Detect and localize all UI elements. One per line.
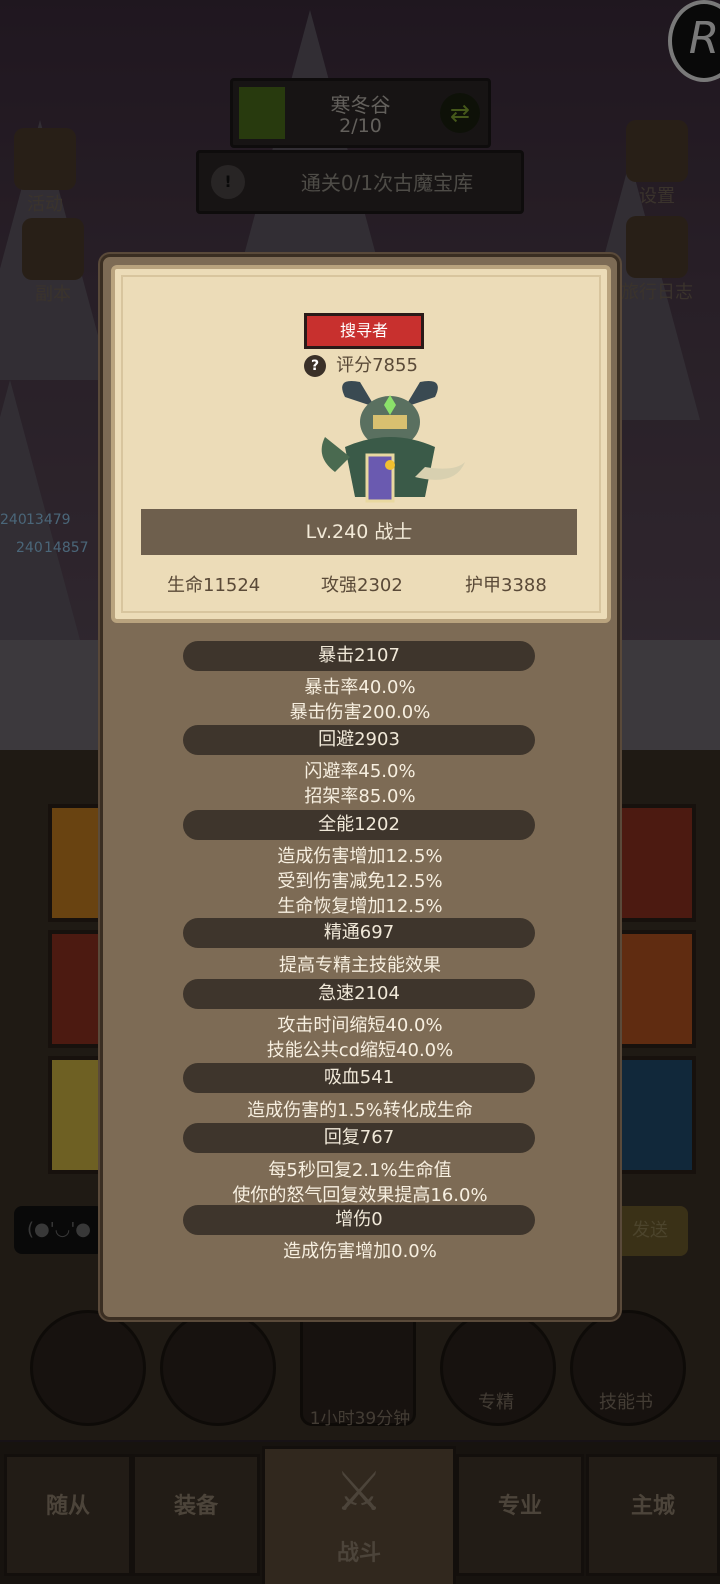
stat-attack: 攻强2302 [321,575,403,596]
section-line: 闪避率45.0% [304,761,416,782]
character-card: 搜寻者 ? 评分7855 Lv.240 战士 生命11524 攻强2302 护甲3… [111,265,611,623]
section-header: 急速2104 [183,979,535,1009]
warrior-portrait [321,381,465,503]
section-line: 技能公共cd缩短40.0% [266,1040,454,1061]
section-line: 造成伤害增加0.0% [283,1241,437,1262]
section-line: 提高专精主技能效果 [279,955,441,976]
section-header: 暴击2107 [183,641,535,671]
section-line: 招架率85.0% [304,786,416,807]
score-row: ? 评分7855 [115,351,607,377]
section-header: 回复767 [183,1123,535,1153]
help-icon[interactable]: ? [304,355,327,377]
character-stats-modal: 搜寻者 ? 评分7855 Lv.240 战士 生命11524 攻强2302 护甲3… [100,254,620,1320]
section-header: 全能1202 [183,810,535,840]
stat-armor: 护甲3388 [465,575,547,596]
section-line: 暴击伤害200.0% [289,702,431,723]
section-line: 攻击时间缩短40.0% [277,1015,443,1036]
section-line: 使你的怒气回复效果提高16.0% [232,1185,488,1206]
section-line: 造成伤害增加12.5% [277,846,443,867]
section-line: 每5秒回复2.1%生命值 [268,1160,452,1181]
score-text: 评分7855 [336,355,418,376]
section-header: 吸血541 [183,1063,535,1093]
section-header: 回避2903 [183,725,535,755]
stat-hp: 生命11524 [167,575,261,596]
class-badge: 搜寻者 [304,313,424,349]
section-header: 精通697 [183,918,535,948]
level-class-bar: Lv.240 战士 [141,509,577,555]
section-line: 造成伤害的1.5%转化成生命 [247,1100,473,1121]
section-line: 生命恢复增加12.5% [277,896,443,917]
section-line: 受到伤害减免12.5% [277,871,443,892]
section-header: 增伤0 [183,1205,535,1235]
section-line: 暴击率40.0% [304,677,416,698]
